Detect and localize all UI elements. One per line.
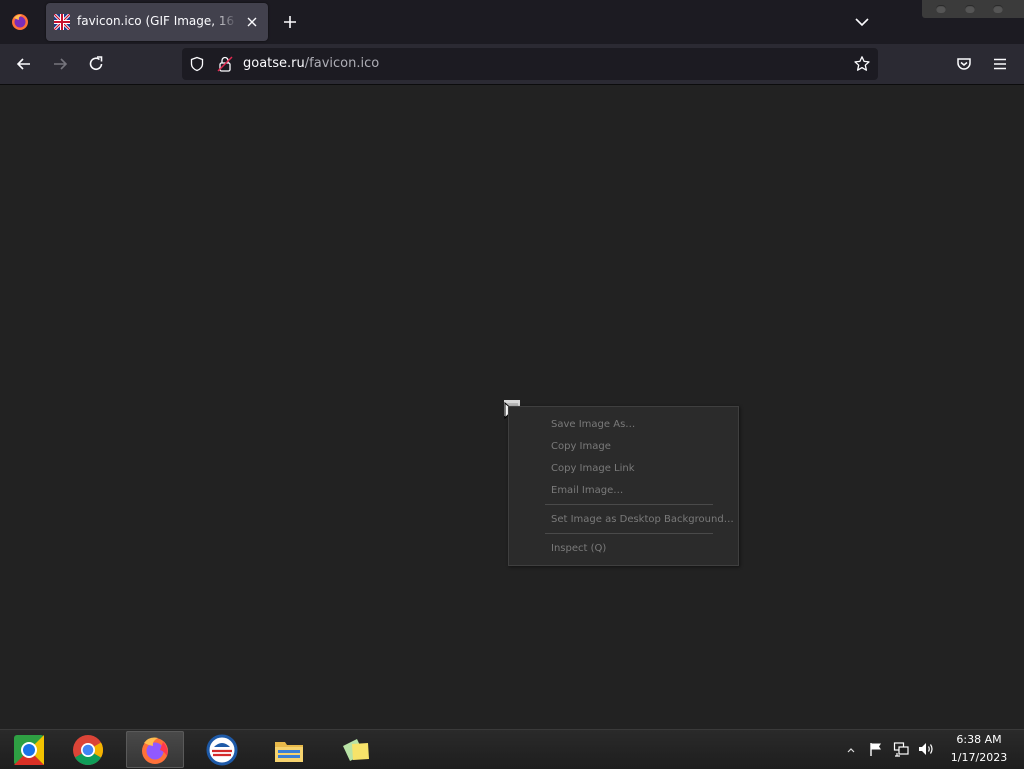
menu-item-save-image-as[interactable]: Save Image As…: [551, 419, 635, 430]
insecure-lock-icon[interactable]: [217, 55, 233, 73]
menu-separator: [545, 533, 713, 534]
menu-item-email-image[interactable]: Email Image…: [551, 485, 623, 496]
chevron-down-icon[interactable]: [852, 12, 872, 32]
context-menu: Save Image As… Copy Image Copy Image Lin…: [508, 406, 739, 566]
forward-arrow-icon[interactable]: [50, 54, 70, 74]
tab-title: favicon.ico (GIF Image, 16 × 16 pixels): [77, 14, 237, 28]
menu-separator: [545, 504, 713, 505]
new-tab-icon[interactable]: [280, 12, 300, 32]
sticky-notes-icon: [343, 739, 369, 761]
taskbar-sticky-notes-button[interactable]: [327, 731, 385, 768]
firefox-view-icon[interactable]: [10, 12, 30, 32]
chrome-icon: [73, 735, 104, 766]
tab-strip: favicon.ico (GIF Image, 16 × 16 pixels): [0, 0, 1024, 44]
hamburger-menu-icon[interactable]: [990, 54, 1010, 74]
firefox-icon: [142, 737, 168, 764]
clock-time[interactable]: 6:38 AM: [946, 733, 1012, 746]
volume-icon[interactable]: [917, 741, 935, 757]
chromium-icon: [14, 735, 44, 765]
reload-icon[interactable]: [86, 54, 106, 74]
close-window-button[interactable]: [993, 5, 1003, 13]
maximize-button[interactable]: [965, 5, 975, 13]
union-jack-icon: [54, 14, 70, 30]
close-tab-icon[interactable]: [245, 15, 259, 29]
menu-item-set-desktop-background[interactable]: Set Image as Desktop Background…: [551, 514, 734, 525]
taskbar-firefox-button[interactable]: [126, 731, 184, 768]
pocket-icon[interactable]: [954, 54, 974, 74]
show-hidden-icons-icon[interactable]: [846, 745, 856, 755]
opera-style-icon: [206, 734, 238, 766]
action-center-flag-icon[interactable]: [868, 741, 884, 757]
menu-item-copy-image-link[interactable]: Copy Image Link: [551, 463, 635, 474]
network-icon[interactable]: [893, 741, 909, 757]
url-path: /favicon.ico: [304, 56, 380, 71]
shield-icon[interactable]: [189, 56, 205, 72]
back-arrow-icon[interactable]: [14, 54, 34, 74]
taskbar-files-button[interactable]: [260, 731, 318, 768]
taskbar-chrome-button[interactable]: [59, 731, 117, 768]
file-manager-icon: [275, 742, 303, 762]
active-tab[interactable]: favicon.ico (GIF Image, 16 × 16 pixels): [46, 3, 268, 41]
taskbar: 6:38 AM 1/17/2023: [0, 729, 1024, 769]
url-text[interactable]: goatse.ru/favicon.ico: [243, 56, 379, 71]
taskbar-opera-button[interactable]: [193, 731, 251, 768]
window-controls: [922, 0, 1024, 18]
url-host: goatse.ru: [243, 56, 305, 71]
address-bar[interactable]: goatse.ru/favicon.ico: [182, 48, 878, 80]
taskbar-chromium-button[interactable]: [0, 731, 58, 768]
bookmark-star-icon[interactable]: [853, 55, 871, 73]
menu-item-copy-image[interactable]: Copy Image: [551, 441, 611, 452]
minimize-button[interactable]: [936, 5, 946, 13]
clock-date[interactable]: 1/17/2023: [946, 751, 1012, 764]
navigation-toolbar: goatse.ru/favicon.ico: [0, 44, 1024, 85]
menu-item-inspect[interactable]: Inspect (Q): [551, 543, 606, 554]
